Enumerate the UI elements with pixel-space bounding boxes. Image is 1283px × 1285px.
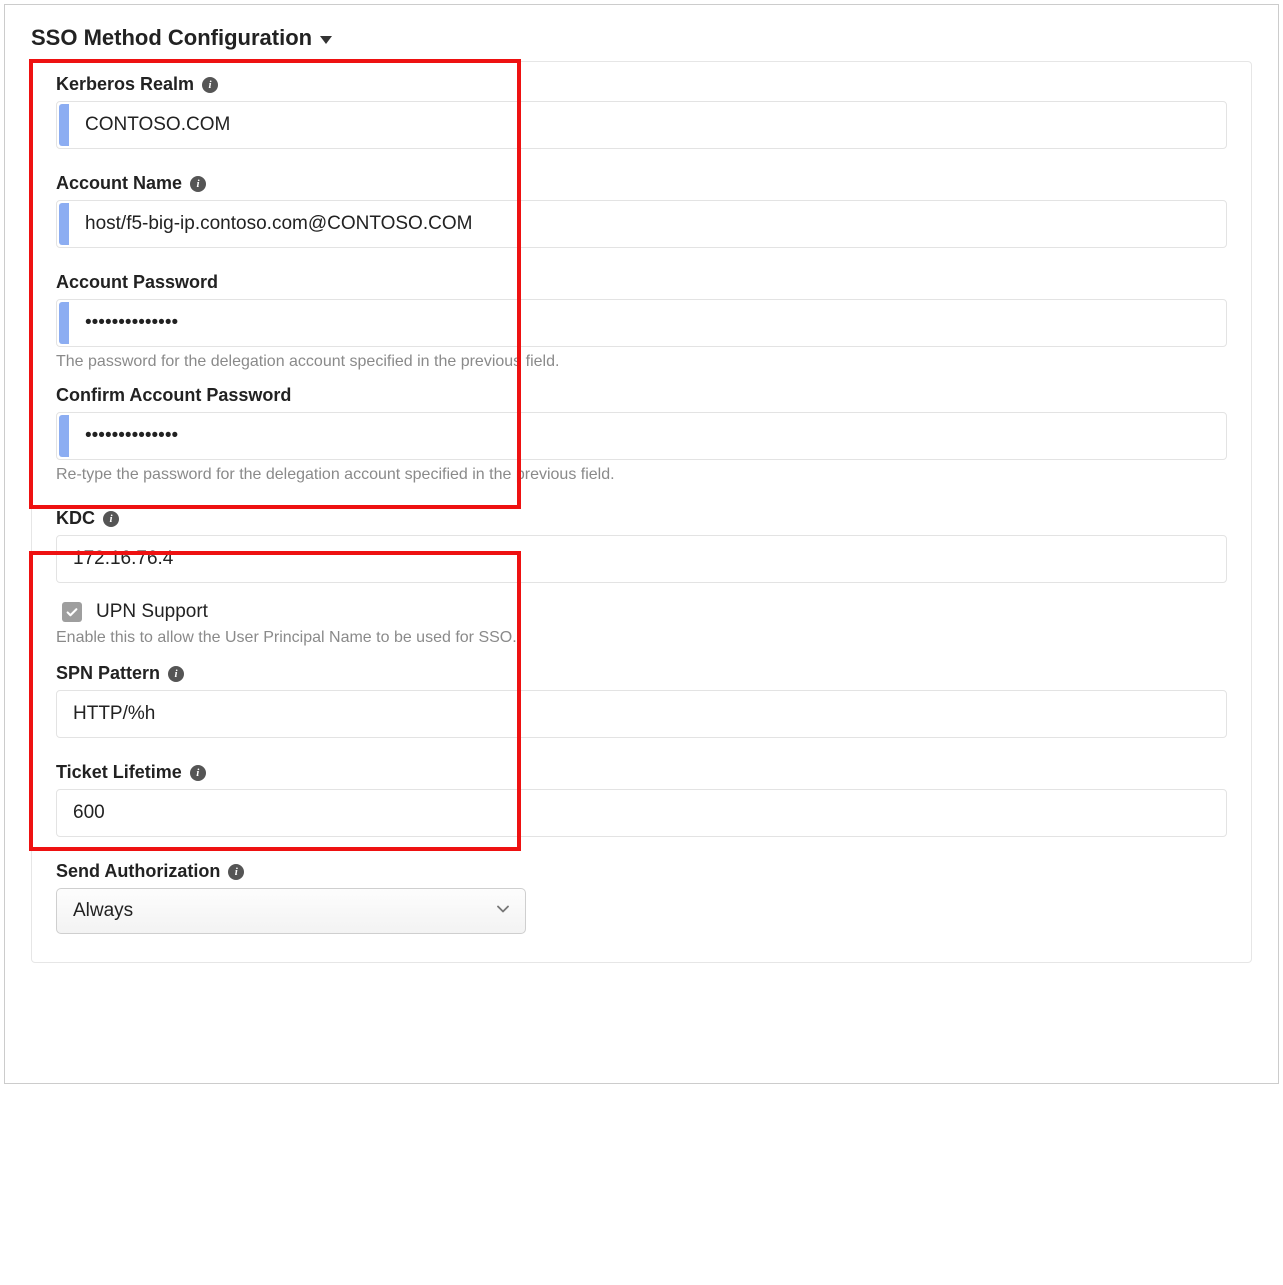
account-name-label: Account Name — [56, 173, 182, 194]
kerberos-realm-label: Kerberos Realm — [56, 74, 194, 95]
spn-pattern-input[interactable] — [57, 691, 1226, 737]
section-toggle[interactable]: SSO Method Configuration — [31, 25, 1252, 51]
caret-down-icon — [320, 36, 332, 44]
upn-support-help: Enable this to allow the User Principal … — [56, 629, 1227, 647]
field-kdc: KDC i — [56, 508, 1227, 583]
kdc-input[interactable] — [57, 536, 1226, 582]
send-authorization-select[interactable]: Always — [56, 888, 526, 934]
confirm-account-password-label: Confirm Account Password — [56, 385, 291, 406]
kdc-label: KDC — [56, 508, 95, 529]
chevron-down-icon — [495, 901, 511, 922]
confirm-account-password-help: Re-type the password for the delegation … — [56, 466, 1227, 484]
upn-support-label: UPN Support — [96, 601, 208, 623]
page-frame: SSO Method Configuration Kerberos Realm … — [4, 4, 1279, 1084]
field-ticket-lifetime: Ticket Lifetime i — [56, 762, 1227, 837]
required-marker — [59, 104, 69, 146]
field-kerberos-realm: Kerberos Realm i — [56, 74, 1227, 149]
required-marker — [59, 203, 69, 245]
info-icon[interactable]: i — [202, 77, 218, 93]
field-confirm-account-password: Confirm Account Password Re-type the pas… — [56, 385, 1227, 484]
ticket-lifetime-label: Ticket Lifetime — [56, 762, 182, 783]
kerberos-realm-input[interactable] — [69, 102, 1226, 148]
info-icon[interactable]: i — [190, 765, 206, 781]
field-account-name: Account Name i — [56, 173, 1227, 248]
field-account-password: Account Password The password for the de… — [56, 272, 1227, 371]
account-password-input[interactable] — [69, 300, 1226, 346]
section-title: SSO Method Configuration — [31, 25, 312, 51]
section-body: Kerberos Realm i Account Name i Account … — [31, 61, 1252, 963]
info-icon[interactable]: i — [190, 176, 206, 192]
send-authorization-value: Always — [73, 900, 133, 922]
ticket-lifetime-input[interactable] — [57, 790, 1226, 836]
check-icon — [65, 605, 79, 619]
info-icon[interactable]: i — [168, 666, 184, 682]
field-upn-support: UPN Support Enable this to allow the Use… — [56, 601, 1227, 647]
send-authorization-label: Send Authorization — [56, 861, 220, 882]
account-name-input[interactable] — [69, 201, 1226, 247]
field-send-authorization: Send Authorization i Always — [56, 861, 1227, 934]
info-icon[interactable]: i — [103, 511, 119, 527]
required-marker — [59, 302, 69, 344]
info-icon[interactable]: i — [228, 864, 244, 880]
upn-support-checkbox[interactable] — [62, 602, 82, 622]
spn-pattern-label: SPN Pattern — [56, 663, 160, 684]
account-password-help: The password for the delegation account … — [56, 353, 1227, 371]
account-password-label: Account Password — [56, 272, 218, 293]
field-spn-pattern: SPN Pattern i — [56, 663, 1227, 738]
required-marker — [59, 415, 69, 457]
confirm-account-password-input[interactable] — [69, 413, 1226, 459]
